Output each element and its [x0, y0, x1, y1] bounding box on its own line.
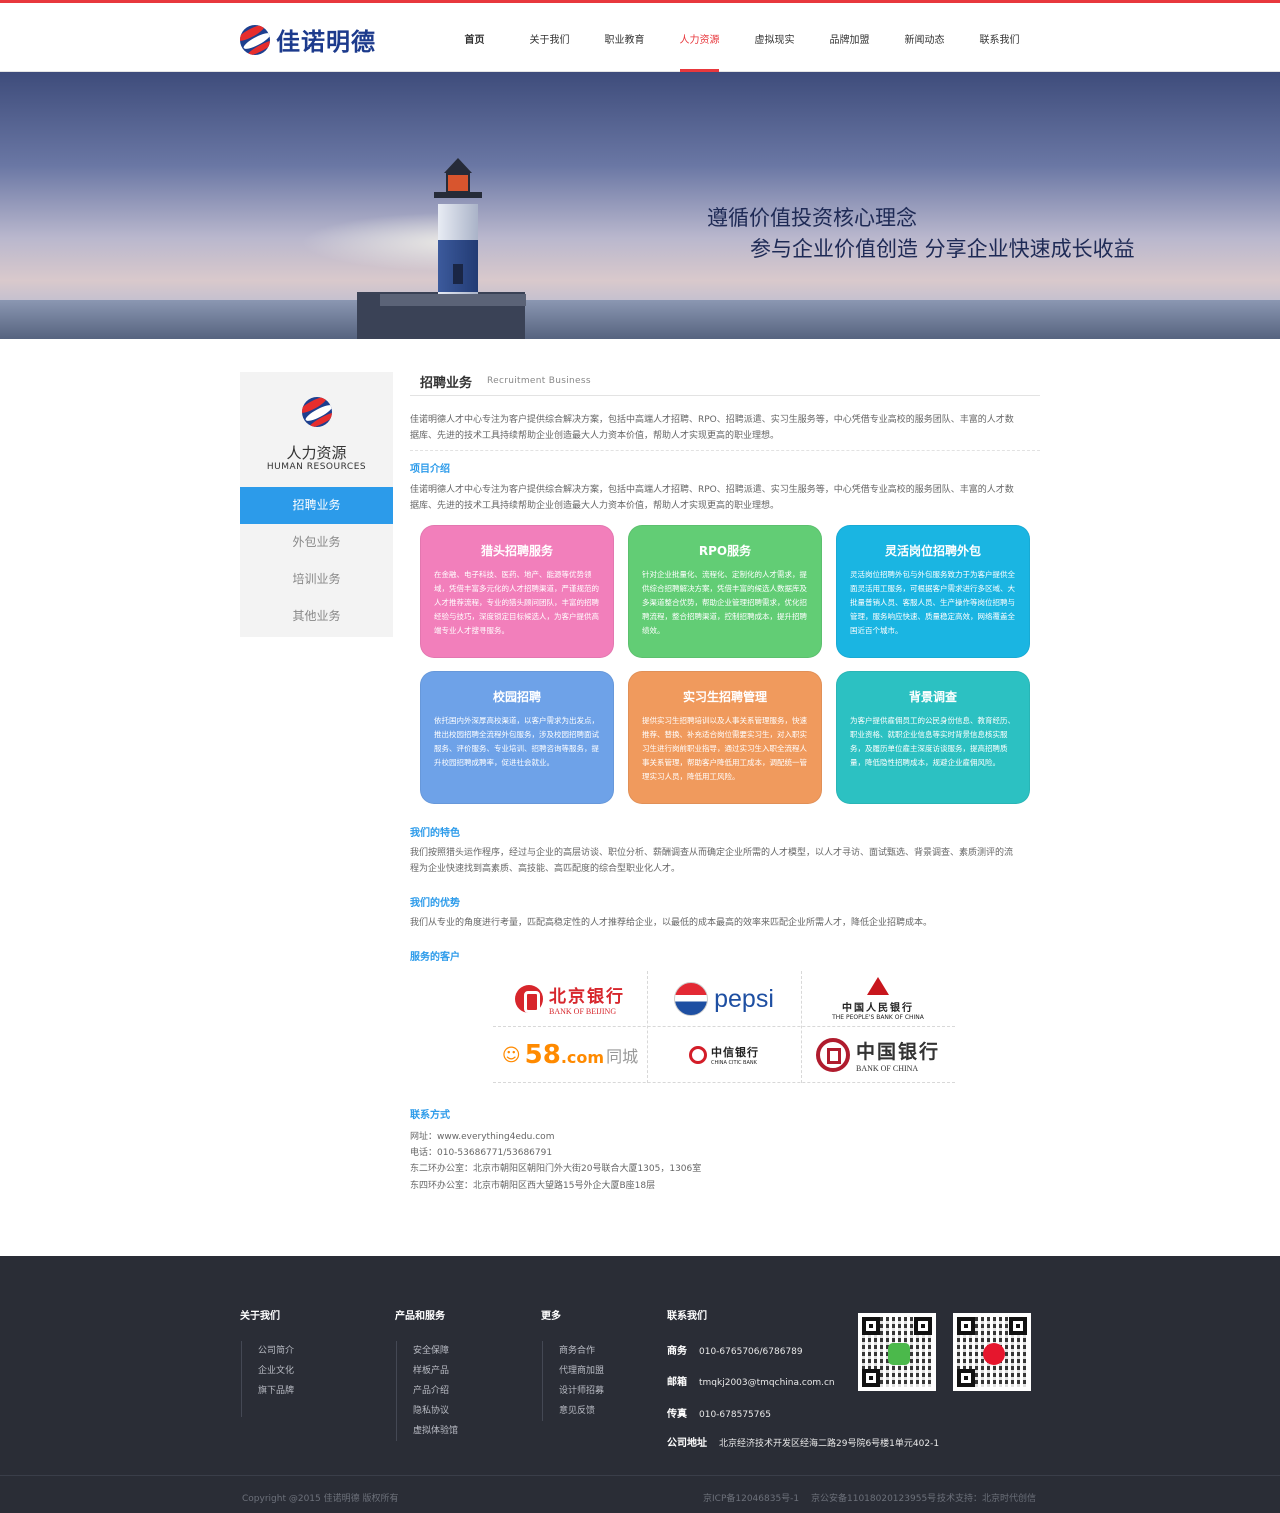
banner-slogan-1: 遵循价值投资核心理念	[707, 206, 917, 230]
contact-office-1: 东二环办公室：北京市朝阳区朝阳门外大街20号联合大厦1305，1306室	[410, 1164, 702, 1174]
nav-item-education[interactable]: 职业教育	[587, 3, 662, 72]
logo-icon	[240, 24, 270, 55]
contact-heading: 联系方式	[410, 1110, 450, 1121]
main-nav: 首页 关于我们 职业教育 人力资源 虚拟现实 品牌加盟 新闻动态 联系我们	[437, 3, 1037, 72]
site-header: 佳诺明德 首页 关于我们 职业教育 人力资源 虚拟现实 品牌加盟 新闻动态 联系…	[0, 3, 1280, 72]
client-bank-of-beijing: 北京银行 BANK OF BEIJING	[493, 971, 647, 1027]
footer-fax: 传真 010-678575765	[667, 1409, 771, 1420]
footer-link[interactable]: 安全保障	[413, 1341, 458, 1361]
sidebar-item-training[interactable]: 培训业务	[240, 561, 393, 598]
logo-text: 佳诺明德	[276, 28, 376, 56]
service-card-background[interactable]: 背景调查 为客户提供雇佣员工的公民身份信息、教育经历、职业资格、就职企业信息等实…	[836, 671, 1030, 804]
footer-police-record[interactable]: 京公安备11018020123955号	[811, 1491, 936, 1504]
sidebar-menu: 招聘业务 外包业务 培训业务 其他业务	[240, 487, 393, 635]
sidebar-logo-icon	[302, 397, 332, 427]
footer-link[interactable]: 代理商加盟	[559, 1361, 604, 1381]
banner-sea	[0, 300, 1280, 339]
advantage-paragraph: 我们从专业的角度进行考量，匹配高稳定性的人才推荐给企业，以最低的成本最高的效率来…	[410, 918, 933, 928]
client-pboc: 中国人民银行 THE PEOPLE'S BANK OF CHINA	[801, 971, 955, 1027]
nav-item-home[interactable]: 首页	[437, 3, 512, 72]
contact-website[interactable]: 网址：www.everything4edu.com	[410, 1129, 554, 1142]
client-58-tongcheng: ☺ 58.com 同城	[501, 1040, 639, 1070]
footer-link[interactable]: 隐私协议	[413, 1401, 458, 1421]
service-card-campus[interactable]: 校园招聘 依托国内外深厚高校渠道，以客户需求为出发点，推出校园招聘全流程外包服务…	[420, 671, 614, 804]
footer-link[interactable]: 虚拟体验馆	[413, 1421, 458, 1441]
nav-item-about[interactable]: 关于我们	[512, 3, 587, 72]
bank-of-china-logo-icon	[815, 1038, 850, 1072]
nav-item-news[interactable]: 新闻动态	[887, 3, 962, 72]
nav-item-vr[interactable]: 虚拟现实	[737, 3, 812, 72]
footer-address: 公司地址 北京经济技术开发区经海二路29号院6号楼1单元402-1	[667, 1438, 940, 1449]
citic-logo-icon	[689, 1046, 707, 1064]
footer-link[interactable]: 商务合作	[559, 1341, 604, 1361]
project-paragraph: 佳诺明德人才中心专注为客户提供综合解决方案，包括中高端人才招聘、RPO、招聘派遣…	[410, 485, 1014, 511]
footer-more-links: 商务合作 代理商加盟 设计师招募 意见反馈	[542, 1341, 604, 1421]
footer-about-title: 关于我们	[240, 1311, 280, 1322]
site-footer: 关于我们 公司简介 企业文化 旗下品牌 产品和服务 安全保障 样板产品 产品介绍…	[0, 1256, 1280, 1513]
nav-item-hr[interactable]: 人力资源	[662, 3, 737, 72]
footer-business: 商务 010-6765706/6786789	[667, 1346, 803, 1357]
hero-banner: 遵循价值投资核心理念 参与企业价值创造 分享企业快速成长收益	[0, 72, 1280, 339]
client-citic: 中信银行 CHINA CITIC BANK	[647, 1027, 801, 1083]
advantage-heading: 我们的优势	[410, 898, 460, 909]
service-card-headhunting[interactable]: 猎头招聘服务 在金融、电子科技、医药、地产、能源等优势领域，凭借丰富多元化的人才…	[420, 525, 614, 658]
lighthouse-lamp	[446, 173, 470, 193]
footer-email: 邮箱 tmqkj2003@tmqchina.com.cn	[667, 1377, 835, 1388]
page-title-en: Recruitment Business	[487, 376, 591, 386]
footer-products-title: 产品和服务	[395, 1311, 445, 1322]
footer-about-links: 公司简介 企业文化 旗下品牌	[241, 1341, 294, 1417]
footer-link[interactable]: 旗下品牌	[258, 1381, 294, 1401]
footer-link[interactable]: 公司简介	[258, 1341, 294, 1361]
project-heading: 项目介绍	[410, 464, 450, 475]
features-heading: 我们的特色	[410, 828, 460, 839]
footer-products-links: 安全保障 样板产品 产品介绍 隐私协议 虚拟体验馆	[396, 1341, 458, 1441]
pepsi-logo-icon	[674, 982, 709, 1016]
footer-icp[interactable]: 京ICP备12046835号-1	[703, 1491, 799, 1504]
sidebar: 人力资源 HUMAN RESOURCES 招聘业务 外包业务 培训业务 其他业务	[240, 372, 393, 637]
contact-phone: 电话：010-53686771/53686791	[410, 1148, 553, 1158]
bank-of-beijing-logo-icon	[515, 985, 543, 1013]
footer-contact-title: 联系我们	[667, 1311, 707, 1322]
footer-link[interactable]: 意见反馈	[559, 1401, 604, 1421]
footer-link[interactable]: 产品介绍	[413, 1381, 458, 1401]
features-paragraph: 我们按照猎头运作程序，经过与企业的高层访谈、职位分析、薪酬调查从而确定企业所需的…	[410, 848, 1014, 874]
client-pepsi: pepsi	[647, 971, 801, 1027]
service-card-flexible[interactable]: 灵活岗位招聘外包 灵活岗位招聘外包与外包服务致力于为客户提供全面灵活用工服务，可…	[836, 525, 1030, 658]
footer-more-title: 更多	[541, 1311, 561, 1322]
weibo-icon	[983, 1343, 1005, 1365]
service-card-rpo[interactable]: RPO服务 针对企业批量化、流程化、定制化的人才需求，提供综合招聘解决方案，凭借…	[628, 525, 822, 658]
nav-item-franchise[interactable]: 品牌加盟	[812, 3, 887, 72]
58-logo-icon: ☺	[501, 1044, 521, 1066]
service-card-intern[interactable]: 实习生招聘管理 提供实习生招聘培训以及人事关系管理服务，快速推荐、替换、补充适合…	[628, 671, 822, 804]
weibo-qr-code	[953, 1313, 1031, 1391]
contact-office-2: 东四环办公室：北京市朝阳区西大望路15号外企大厦B座18层	[410, 1181, 656, 1191]
footer-link[interactable]: 样板产品	[413, 1361, 458, 1381]
footer-link[interactable]: 设计师招募	[559, 1381, 604, 1401]
nav-item-contact[interactable]: 联系我们	[962, 3, 1037, 72]
sidebar-item-other[interactable]: 其他业务	[240, 598, 393, 635]
clients-heading: 服务的客户	[410, 952, 460, 963]
banner-slogan-2: 参与企业价值创造 分享企业快速成长收益	[750, 237, 1135, 261]
sidebar-item-outsourcing[interactable]: 外包业务	[240, 524, 393, 561]
sidebar-subtitle: HUMAN RESOURCES	[266, 462, 367, 472]
client-logos: 北京银行 BANK OF BEIJING pepsi 中国人民银行 THE PE…	[493, 971, 955, 1083]
section-header: 招聘业务 Recruitment Business	[410, 366, 1040, 396]
lighthouse-beam	[300, 212, 460, 272]
sidebar-item-recruitment[interactable]: 招聘业务	[240, 487, 393, 524]
footer-link[interactable]: 企业文化	[258, 1361, 294, 1381]
pboc-logo-icon	[866, 977, 889, 995]
wechat-icon	[888, 1343, 910, 1365]
wechat-qr-code	[858, 1313, 936, 1391]
footer-copyright: Copyright @2015 佳诺明德 版权所有	[242, 1494, 399, 1504]
site-logo[interactable]: 佳诺明德	[240, 22, 376, 57]
intro-paragraph: 佳诺明德人才中心专注为客户提供综合解决方案，包括中高端人才招聘、RPO、招聘派遣…	[410, 415, 1014, 441]
sidebar-title: 人力资源	[286, 444, 347, 462]
client-bank-of-china: 中国银行 BANK OF CHINA	[801, 1027, 955, 1083]
page-title: 招聘业务	[420, 376, 473, 391]
footer-tech-support: 技术支持：北京时代创信	[937, 1494, 1037, 1504]
